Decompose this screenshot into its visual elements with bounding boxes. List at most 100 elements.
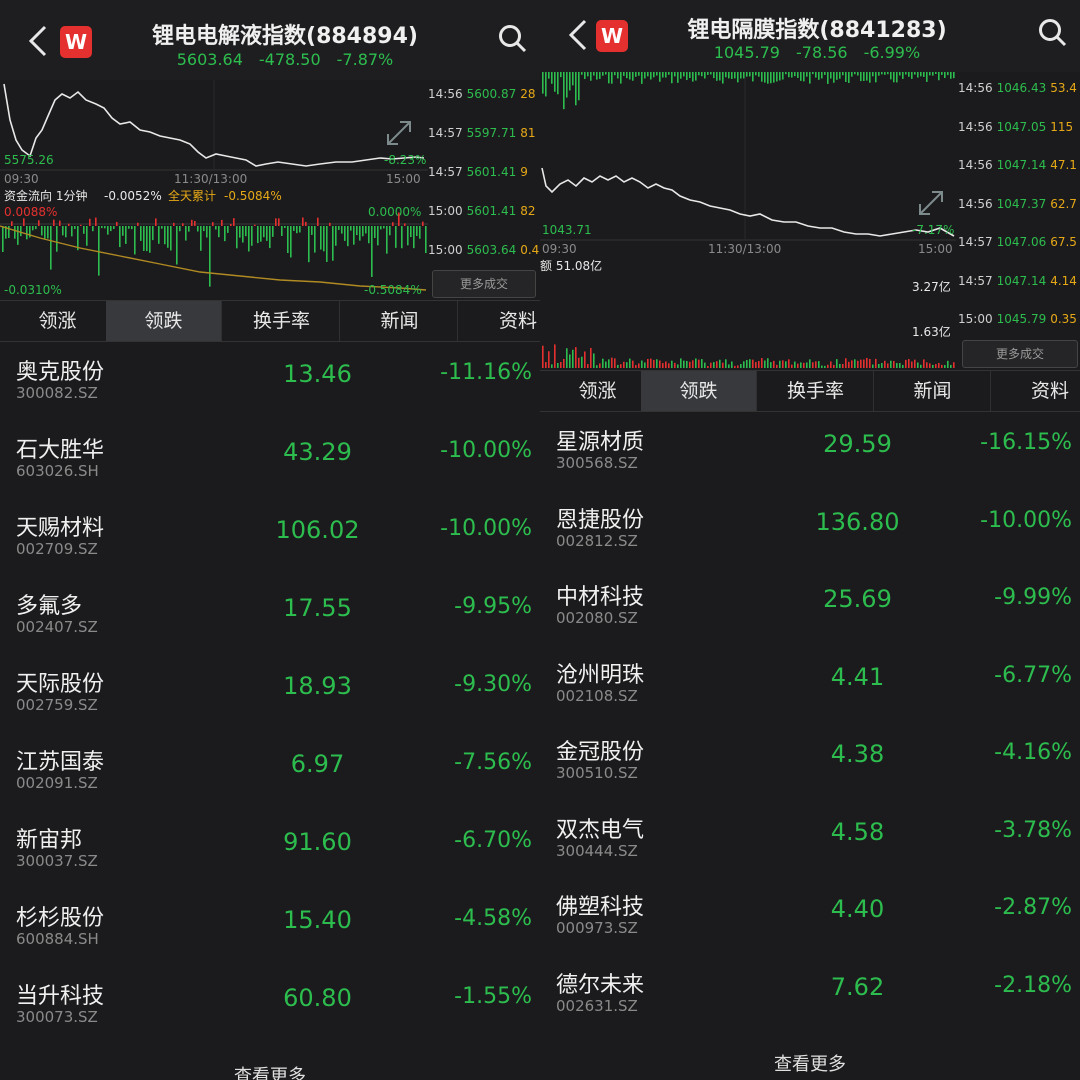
flow-bar xyxy=(869,72,871,83)
tab-turnover[interactable]: 换手率 xyxy=(758,371,874,411)
flow-bar xyxy=(596,72,598,80)
back-button[interactable] xyxy=(26,24,50,58)
flow-end: -0.5084% xyxy=(364,283,422,297)
table-row[interactable]: 天赐材料 002709.SZ 106.02 -10.00% xyxy=(0,498,540,576)
search-button[interactable] xyxy=(1038,18,1068,48)
volume-bar xyxy=(785,361,787,368)
back-button[interactable] xyxy=(566,18,590,52)
stock-code: 000973.SZ xyxy=(556,919,638,937)
flow-bar xyxy=(548,72,550,79)
flow-bar xyxy=(809,72,811,84)
see-more-link[interactable]: 查看更多 xyxy=(540,1050,1080,1076)
more-deals-button[interactable]: 更多成交 xyxy=(962,340,1078,368)
flow-bar xyxy=(650,72,652,80)
table-row[interactable]: 中材科技 002080.SZ 25.69 -9.99% xyxy=(540,567,1080,645)
tab-top-losers[interactable]: 领跌 xyxy=(106,301,222,341)
flow-bar xyxy=(332,226,334,261)
stock-change-pct: -2.18% xyxy=(994,972,1072,998)
tab-news[interactable]: 新闻 xyxy=(342,301,458,341)
tab-top-gainers[interactable]: 领涨 xyxy=(540,371,656,411)
flow-bar xyxy=(728,72,730,79)
volume-bar xyxy=(827,364,829,368)
volume-bar xyxy=(923,359,925,368)
flow-bar xyxy=(65,226,67,238)
volume-bar xyxy=(800,362,802,368)
flow-value: -0.0052% xyxy=(104,189,162,203)
table-row[interactable]: 奥克股份 300082.SZ 13.46 -11.16% xyxy=(0,342,540,420)
table-row[interactable]: 江苏国泰 002091.SZ 6.97 -7.56% xyxy=(0,732,540,810)
table-row[interactable]: 多氟多 002407.SZ 17.55 -9.95% xyxy=(0,576,540,654)
volume-label: 额 51.08亿 xyxy=(540,258,602,273)
flow-bar xyxy=(215,226,217,230)
flow-bar xyxy=(83,226,85,234)
flow-bar xyxy=(704,72,706,79)
tick-volume: 81 xyxy=(520,126,536,140)
tab-profile[interactable]: 资料 xyxy=(992,371,1080,411)
w-logo-icon[interactable]: W xyxy=(596,20,628,52)
flow-bar xyxy=(392,222,394,226)
flow-bar xyxy=(404,223,406,226)
tick-price: 5603.64 xyxy=(466,243,517,257)
volume-bar xyxy=(563,358,565,368)
flow-bar xyxy=(929,72,931,76)
stock-price: 25.69 xyxy=(823,585,892,613)
table-row[interactable]: 佛塑科技 000973.SZ 4.40 -2.87% xyxy=(540,877,1080,955)
volume-bar xyxy=(557,362,559,368)
tab-turnover[interactable]: 换手率 xyxy=(224,301,340,341)
table-row[interactable]: 石大胜华 603026.SH 43.29 -10.00% xyxy=(0,420,540,498)
volume-bar xyxy=(950,364,952,368)
tab-top-gainers[interactable]: 领涨 xyxy=(0,301,116,341)
flow-bar xyxy=(830,72,832,79)
volume-bar xyxy=(761,358,763,368)
flow-bar xyxy=(749,72,751,77)
volume-bar xyxy=(893,360,895,368)
table-row[interactable]: 金冠股份 300510.SZ 4.38 -4.16% xyxy=(540,722,1080,800)
volume-bar xyxy=(860,359,862,368)
flow-bar xyxy=(344,226,346,241)
table-row[interactable]: 星源材质 300568.SZ 29.59 -16.15% xyxy=(540,412,1080,490)
volume-bar xyxy=(608,359,610,368)
flow-bar xyxy=(842,72,844,76)
flow-bar xyxy=(395,226,397,248)
header-bar: W 锂电隔膜指数(8841283) 1045.79 -78.56 -6.99% xyxy=(540,0,1080,72)
time-end: 15:00 xyxy=(918,242,953,256)
table-row[interactable]: 双杰电气 300444.SZ 4.58 -3.78% xyxy=(540,800,1080,878)
see-more-link[interactable]: 查看更多 xyxy=(0,1062,540,1080)
tab-profile[interactable]: 资料 xyxy=(460,301,540,341)
flow-bar xyxy=(701,72,703,77)
table-row[interactable]: 天际股份 002759.SZ 18.93 -9.30% xyxy=(0,654,540,732)
flow-bar xyxy=(158,226,160,244)
flow-bar xyxy=(374,226,376,238)
table-row[interactable]: 杉杉股份 600884.SH 15.40 -4.58% xyxy=(0,888,540,966)
flow-bar xyxy=(278,218,280,226)
flow-bar xyxy=(23,218,25,226)
flow-bar xyxy=(611,72,613,84)
flow-bar xyxy=(698,72,700,76)
flow-bar xyxy=(203,226,205,232)
stock-change-pct: -7.56% xyxy=(454,750,532,775)
table-row[interactable]: 恩捷股份 002812.SZ 136.80 -10.00% xyxy=(540,490,1080,568)
more-deals-button[interactable]: 更多成交 xyxy=(432,270,536,298)
intraday-chart[interactable]: 1043.71 -7.17% 09:30 11:30/13:00 15:00 额… xyxy=(540,72,956,370)
chart-low-label: 5575.26 xyxy=(4,153,54,167)
flow-bar xyxy=(32,226,34,231)
search-button[interactable] xyxy=(498,24,528,54)
tick-row: 15:00 5601.41 82 xyxy=(428,205,536,217)
table-row[interactable]: 新宙邦 300037.SZ 91.60 -6.70% xyxy=(0,810,540,888)
electrolyte-index-panel: W 锂电电解液指数(884894) 5603.64 -478.50 -7.87% 5… xyxy=(0,0,540,1080)
table-row[interactable]: 当升科技 300073.SZ 60.80 -1.55% xyxy=(0,966,540,1044)
volume-bar xyxy=(752,359,754,368)
table-row[interactable]: 德尔未来 002631.SZ 7.62 -2.18% xyxy=(540,955,1080,1033)
flow-bar xyxy=(221,219,223,226)
flow-bar xyxy=(584,72,586,79)
stock-change-pct: -16.15% xyxy=(980,430,1072,455)
volume-bar xyxy=(611,357,613,368)
volume-bar xyxy=(737,365,739,368)
tab-news[interactable]: 新闻 xyxy=(875,371,991,411)
flow-bar xyxy=(209,226,211,287)
intraday-chart[interactable]: 5575.26 -8.23% 09:30 11:30/13:00 15:00 资… xyxy=(0,80,428,300)
w-logo-icon[interactable]: W xyxy=(60,26,92,58)
stock-code: 002759.SZ xyxy=(16,696,98,714)
tab-top-losers[interactable]: 领跌 xyxy=(641,371,757,411)
table-row[interactable]: 沧州明珠 002108.SZ 4.41 -6.77% xyxy=(540,645,1080,723)
